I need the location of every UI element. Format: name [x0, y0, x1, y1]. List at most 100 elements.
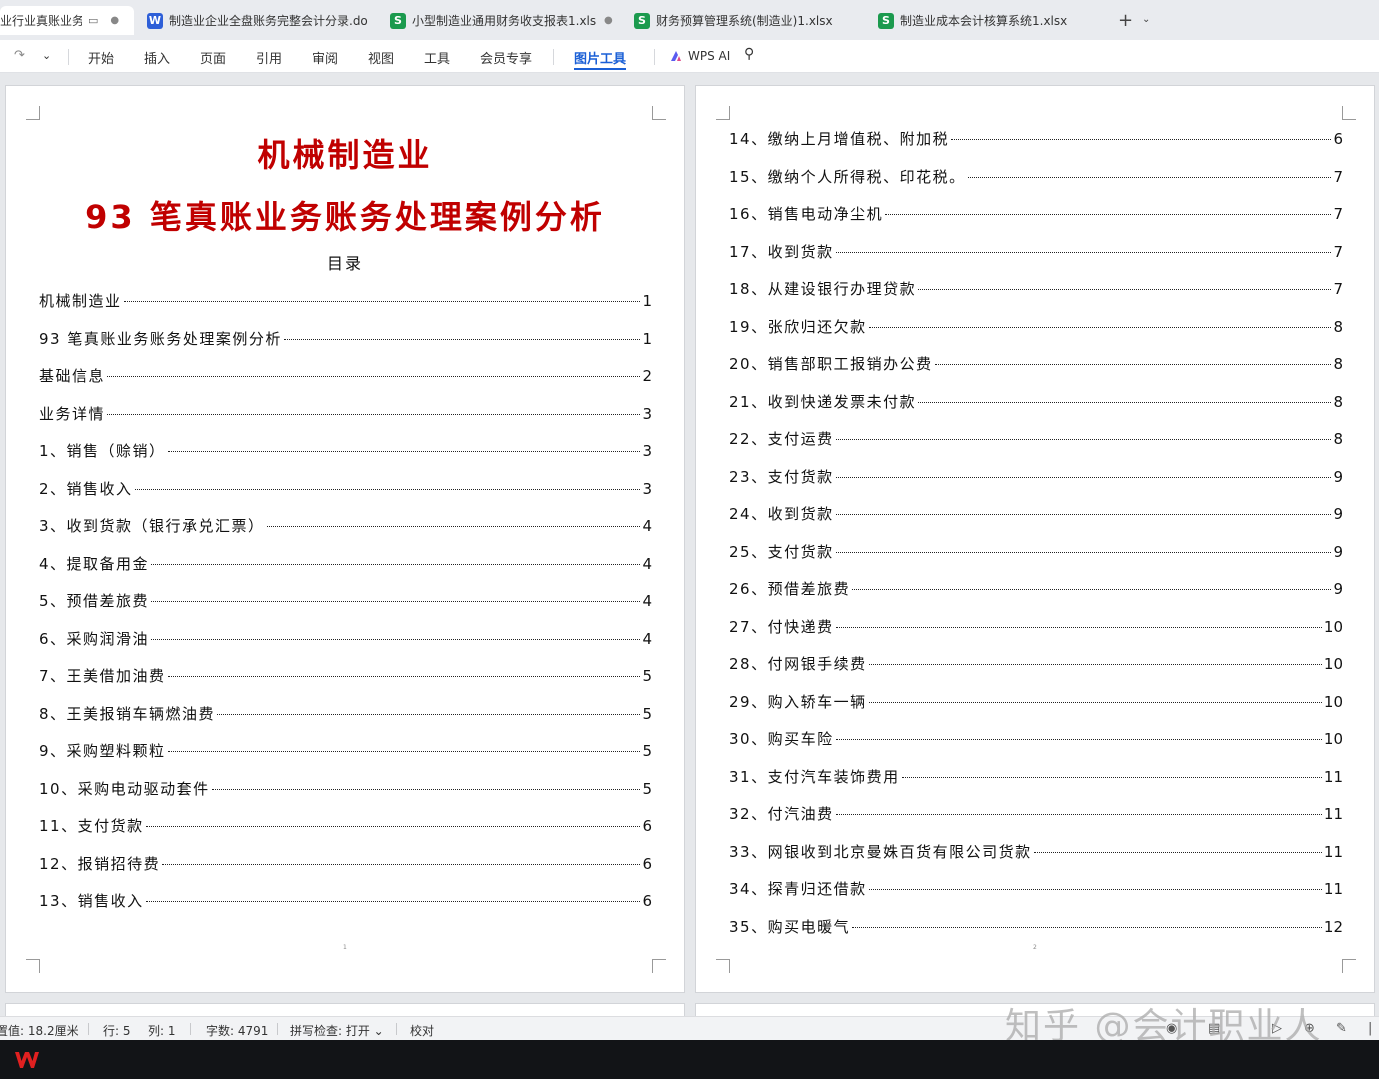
document-canvas[interactable]: 机械制造业 93 笔真账业务账务处理案例分析 目录 机械制造业 1 93 笔真账业务…	[0, 73, 1379, 1016]
document-page-2[interactable]: 14、缴纳上月增值税、附加税 6 15、缴纳个人所得税、印花税。 7 16、销售电动净尘…	[695, 85, 1375, 993]
toc-entry[interactable]: 93 笔真账业务账务处理案例分析 1	[39, 328, 652, 348]
tab-sheet-report[interactable]: S 小型制造业通用财务收支报表1.xls ●	[388, 6, 618, 35]
toc-entry[interactable]: 35、购买电暖气 12	[729, 916, 1343, 936]
toc-entry[interactable]: 14、缴纳上月增值税、附加税 6	[729, 128, 1343, 148]
setting-value[interactable]: 置值: 18.2厘米	[0, 1022, 79, 1039]
toc-leader-dots	[868, 701, 1322, 703]
toc-entry[interactable]: 基础信息 2	[39, 365, 652, 385]
toc-entry[interactable]: 12、报销招待费 6	[39, 853, 652, 873]
toc-entry[interactable]: 17、收到货款 7	[729, 241, 1343, 261]
toc-entry[interactable]: 32、付汽油费 11	[729, 803, 1343, 823]
search-icon[interactable]: ⚲	[744, 46, 754, 62]
toc-page-number: 4	[642, 554, 652, 573]
pen-icon[interactable]: ✎	[1336, 1021, 1347, 1036]
toc-page-number: 7	[1333, 205, 1343, 223]
toc-page-number: 5	[642, 667, 652, 685]
toc-entry[interactable]: 29、购入轿车一辆 10	[729, 691, 1343, 711]
document-page-1[interactable]: 机械制造业 93 笔真账业务账务处理案例分析 目录 机械制造业 1 93 笔真账业务…	[5, 85, 685, 993]
toc-entry[interactable]: 28、付网银手续费 10	[729, 653, 1343, 673]
toc-entry[interactable]: 3、收到货款（银行承兑汇票） 4	[39, 515, 652, 535]
toc-entry[interactable]: 5、预借差旅费 4	[39, 590, 652, 610]
toc-leader-dots	[835, 439, 1332, 440]
page-number: 1	[343, 944, 347, 951]
toc-entry[interactable]: 27、付快递费 10	[729, 616, 1343, 636]
menu-home[interactable]: 开始	[88, 48, 114, 67]
redo-icon[interactable]: ↷	[14, 48, 25, 63]
toc-leader-dots	[835, 551, 1332, 553]
toc-entry[interactable]: 11、支付货款 6	[39, 815, 652, 835]
toc-leader-dots	[162, 863, 641, 865]
spell-check-toggle[interactable]: 拼写检查: 打开 ⌄	[290, 1022, 384, 1039]
toc-page-number: 12	[1323, 917, 1343, 936]
toc-page-number: 10	[1323, 692, 1343, 711]
menu-page[interactable]: 页面	[200, 48, 226, 67]
wps-logo-icon[interactable]	[14, 1049, 40, 1071]
tab-label: 小型制造业通用财务收支报表1.xls	[412, 14, 596, 28]
toc-entry[interactable]: 2、销售收入 3	[39, 478, 652, 498]
tab-sheet-cost[interactable]: S 制造业成本会计核算系统1.xlsx	[876, 6, 1108, 35]
proofread-button[interactable]: 校对	[410, 1022, 434, 1039]
toc-entry[interactable]: 机械制造业 1	[39, 290, 652, 310]
toc-entry[interactable]: 16、销售电动净尘机 7	[729, 203, 1343, 223]
margin-mark	[652, 106, 666, 120]
toc-leader-dots	[835, 814, 1322, 815]
toc-entry[interactable]: 6、采购润滑油 4	[39, 628, 652, 648]
menu-tools[interactable]: 工具	[424, 48, 450, 67]
toc-entry-label: 29、购入轿车一辆	[729, 692, 867, 711]
toc-entry[interactable]: 4、提取备用金 4	[39, 553, 652, 573]
menu-references[interactable]: 引用	[256, 48, 282, 67]
toc-entry[interactable]: 7、王美借加油费 5	[39, 665, 652, 685]
toc-page-number: 3	[642, 479, 652, 498]
toc-entry-label: 12、报销招待费	[39, 854, 161, 873]
ribbon-menu: ↷ ⌄ 开始 插入 页面 引用 审阅 视图 工具 会员专享 图片工具 WPS A…	[0, 40, 1379, 73]
word-count[interactable]: 字数: 4791	[206, 1022, 268, 1039]
toc-entry[interactable]: 24、收到货款 9	[729, 503, 1343, 523]
toc-entry[interactable]: 10、采购电动驱动套件 5	[39, 778, 652, 798]
menu-view[interactable]: 视图	[368, 48, 394, 67]
menu-review[interactable]: 审阅	[312, 48, 338, 67]
modified-dot-icon[interactable]: ●	[604, 15, 613, 26]
menu-picture-tools[interactable]: 图片工具	[574, 48, 627, 70]
toc-entry[interactable]: 34、探青归还借款 11	[729, 878, 1343, 898]
toc-entry-label: 93 笔真账业务账务处理案例分析	[39, 329, 282, 348]
toc-entry[interactable]: 1、销售（赊销） 3	[39, 440, 652, 460]
toc-entry[interactable]: 业务详情 3	[39, 403, 652, 423]
toc-entry[interactable]: 20、销售部职工报销办公费 8	[729, 353, 1343, 373]
toc-entry[interactable]: 33、网银收到北京曼姝百货有限公司货款 11	[729, 841, 1343, 861]
toc-page-number: 10	[1323, 730, 1343, 748]
toc-entry-label: 18、从建设银行办理贷款	[729, 280, 917, 298]
toc-entry[interactable]: 26、预借差旅费 9	[729, 578, 1343, 598]
tab-current-doc[interactable]: 业行业真账业务 ▭ ●	[0, 6, 134, 35]
wps-ai-button[interactable]: WPS AI	[688, 49, 730, 63]
toc-page-number: 10	[1323, 655, 1343, 673]
chevron-down-icon[interactable]: ⌄	[42, 49, 51, 62]
toc-entry[interactable]: 22、支付运费 8	[729, 428, 1343, 448]
menu-insert[interactable]: 插入	[144, 48, 170, 67]
toc-leader-dots	[868, 889, 1322, 890]
toc-leader-dots	[167, 751, 641, 752]
toc-entry-label: 1、销售（赊销）	[39, 442, 166, 460]
toc-entry[interactable]: 15、缴纳个人所得税、印花税。 7	[729, 166, 1343, 186]
new-tab-button[interactable]: +	[1118, 10, 1133, 31]
toc-page-number: 11	[1323, 805, 1343, 823]
toc-entry[interactable]: 18、从建设银行办理贷款 7	[729, 278, 1343, 298]
modified-dot-icon[interactable]: ●	[110, 15, 119, 26]
toc-entry[interactable]: 8、王美报销车辆燃油费 5	[39, 703, 652, 723]
tab-sheet-budget[interactable]: S 财务预算管理系统(制造业)1.xlsx	[632, 6, 864, 35]
chevron-down-icon[interactable]: ⌄	[1142, 14, 1150, 25]
toc-entry[interactable]: 13、销售收入 6	[39, 890, 652, 910]
toc-page-number: 8	[1333, 355, 1343, 373]
toc-entry[interactable]: 31、支付汽车装饰费用 11	[729, 766, 1343, 786]
toc-page-number: 6	[642, 817, 652, 835]
toc-entry[interactable]: 23、支付货款 9	[729, 466, 1343, 486]
tab-doc-accounting[interactable]: W 制造业企业全盘账务完整会计分录.do	[145, 6, 377, 35]
toc-entry[interactable]: 19、张欣归还欠款 8	[729, 316, 1343, 336]
toc-entry-label: 14、缴纳上月增值税、附加税	[729, 130, 950, 148]
menu-member[interactable]: 会员专享	[480, 48, 532, 67]
toc-entry[interactable]: 25、支付货款 9	[729, 541, 1343, 561]
toc-entry[interactable]: 30、购买车险 10	[729, 728, 1343, 748]
toc-entry[interactable]: 21、收到快递发票未付款 8	[729, 391, 1343, 411]
toc-page-number: 7	[1333, 167, 1343, 186]
toc-page-number: 9	[1333, 467, 1343, 486]
toc-entry[interactable]: 9、采购塑料颗粒 5	[39, 740, 652, 760]
